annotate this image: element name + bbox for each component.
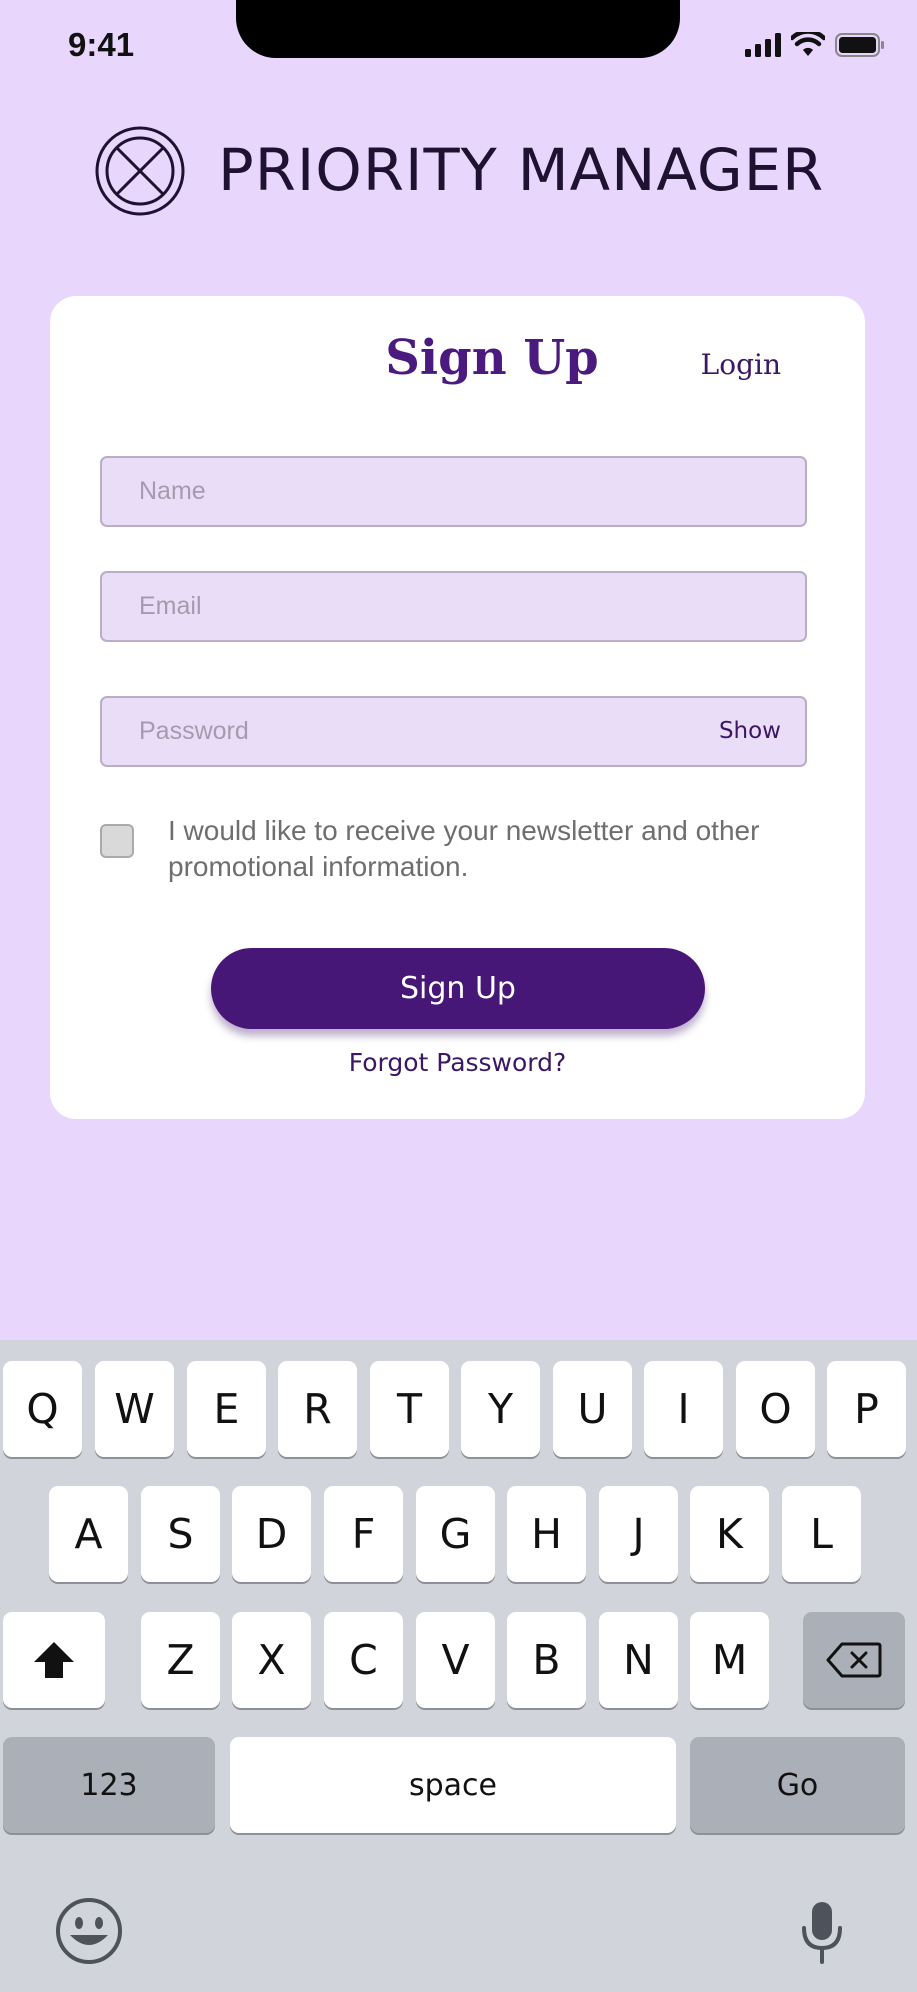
- key-p[interactable]: P: [827, 1361, 906, 1457]
- tab-signup[interactable]: Sign Up: [350, 330, 634, 386]
- key-h[interactable]: H: [507, 1486, 586, 1582]
- emoji-icon[interactable]: [55, 1897, 123, 1965]
- key-l[interactable]: L: [782, 1486, 861, 1582]
- battery-icon: [835, 33, 884, 57]
- key-x[interactable]: X: [232, 1612, 311, 1708]
- key-i[interactable]: I: [644, 1361, 723, 1457]
- key-e[interactable]: E: [187, 1361, 266, 1457]
- key-b[interactable]: B: [507, 1612, 586, 1708]
- key-y[interactable]: Y: [461, 1361, 540, 1457]
- space-key[interactable]: space: [230, 1737, 676, 1833]
- password-input[interactable]: [102, 698, 805, 765]
- key-v[interactable]: V: [416, 1612, 495, 1708]
- tab-login[interactable]: Login: [701, 348, 781, 381]
- numbers-key[interactable]: 123: [3, 1737, 215, 1833]
- key-s[interactable]: S: [141, 1486, 220, 1582]
- key-a[interactable]: A: [49, 1486, 128, 1582]
- go-key[interactable]: Go: [690, 1737, 905, 1833]
- key-m[interactable]: M: [690, 1612, 769, 1708]
- newsletter-checkbox[interactable]: [100, 824, 134, 858]
- key-n[interactable]: N: [599, 1612, 678, 1708]
- key-u[interactable]: U: [553, 1361, 632, 1457]
- signup-button[interactable]: Sign Up: [211, 948, 705, 1029]
- name-field: [100, 456, 807, 527]
- status-time: 9:41: [68, 26, 135, 63]
- signal-icon: [745, 33, 781, 57]
- app-logo-icon: [95, 126, 185, 216]
- wifi-icon: [791, 32, 825, 56]
- microphone-icon[interactable]: [800, 1900, 844, 1964]
- password-field: Show: [100, 696, 807, 767]
- key-t[interactable]: T: [370, 1361, 449, 1457]
- backspace-key[interactable]: [803, 1612, 905, 1708]
- key-c[interactable]: C: [324, 1612, 403, 1708]
- key-d[interactable]: D: [232, 1486, 311, 1582]
- email-input[interactable]: [102, 573, 805, 640]
- key-k[interactable]: K: [690, 1486, 769, 1582]
- signup-card: Sign Up Login Show I would like to recei…: [50, 296, 865, 1119]
- key-g[interactable]: G: [416, 1486, 495, 1582]
- keyboard: Q W E R T Y U I O P A S D F G H J K L Z …: [0, 1340, 917, 1992]
- key-j[interactable]: J: [599, 1486, 678, 1582]
- newsletter-consent-label: I would like to receive your newsletter …: [168, 815, 760, 882]
- key-z[interactable]: Z: [141, 1612, 220, 1708]
- key-r[interactable]: R: [278, 1361, 357, 1457]
- shift-icon: [34, 1642, 74, 1678]
- forgot-password-link[interactable]: Forgot Password?: [50, 1048, 865, 1077]
- shift-key[interactable]: [3, 1612, 105, 1708]
- show-password-toggle[interactable]: Show: [719, 718, 781, 744]
- key-f[interactable]: F: [324, 1486, 403, 1582]
- app-title: PRIORITY MANAGER: [218, 136, 825, 204]
- backspace-icon: [826, 1642, 882, 1678]
- notch: [236, 0, 680, 58]
- key-q[interactable]: Q: [3, 1361, 82, 1457]
- key-o[interactable]: O: [736, 1361, 815, 1457]
- email-field: [100, 571, 807, 642]
- name-input[interactable]: [102, 458, 805, 525]
- key-w[interactable]: W: [95, 1361, 174, 1457]
- status-icons: [745, 32, 885, 58]
